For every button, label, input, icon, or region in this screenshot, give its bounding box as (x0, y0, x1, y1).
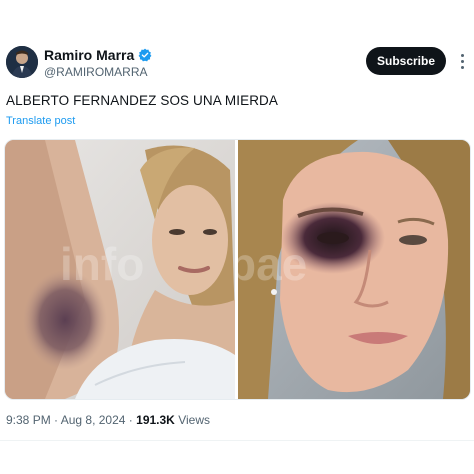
avatar[interactable] (6, 46, 38, 78)
media-photo-black-eye[interactable]: bae (238, 140, 470, 399)
post-date: Aug 8, 2024 (60, 413, 126, 427)
post-card: Ramiro Marra @RAMIROMARRA Subscribe ALBE… (0, 0, 474, 474)
views-label: Views (178, 413, 210, 427)
svg-text:info: info (60, 238, 144, 290)
author-display-name[interactable]: Ramiro Marra (44, 47, 152, 63)
timestamp-separator-2: · (128, 413, 133, 427)
subscribe-button[interactable]: Subscribe (366, 47, 446, 75)
tweet-text: ALBERTO FERNANDEZ SOS UNA MIERDA (6, 93, 279, 108)
more-options-icon[interactable] (454, 50, 470, 72)
post-time: 9:38 PM (6, 413, 51, 427)
verified-badge-icon (138, 48, 152, 62)
svg-text:bae: bae (238, 238, 307, 290)
media-photo-armpit-bruise[interactable]: info (5, 140, 235, 399)
timestamp-separator: · (54, 413, 59, 427)
divider (0, 440, 474, 441)
views-count: 191.3K (136, 413, 175, 427)
author-name-text: Ramiro Marra (44, 47, 135, 63)
post-timestamp[interactable]: 9:38 PM · Aug 8, 2024 · 191.3K Views (6, 413, 210, 427)
translate-post-link[interactable]: Translate post (6, 115, 75, 127)
author-handle[interactable]: @RAMIROMARRA (44, 65, 148, 79)
media-gallery: info ae (4, 139, 471, 400)
